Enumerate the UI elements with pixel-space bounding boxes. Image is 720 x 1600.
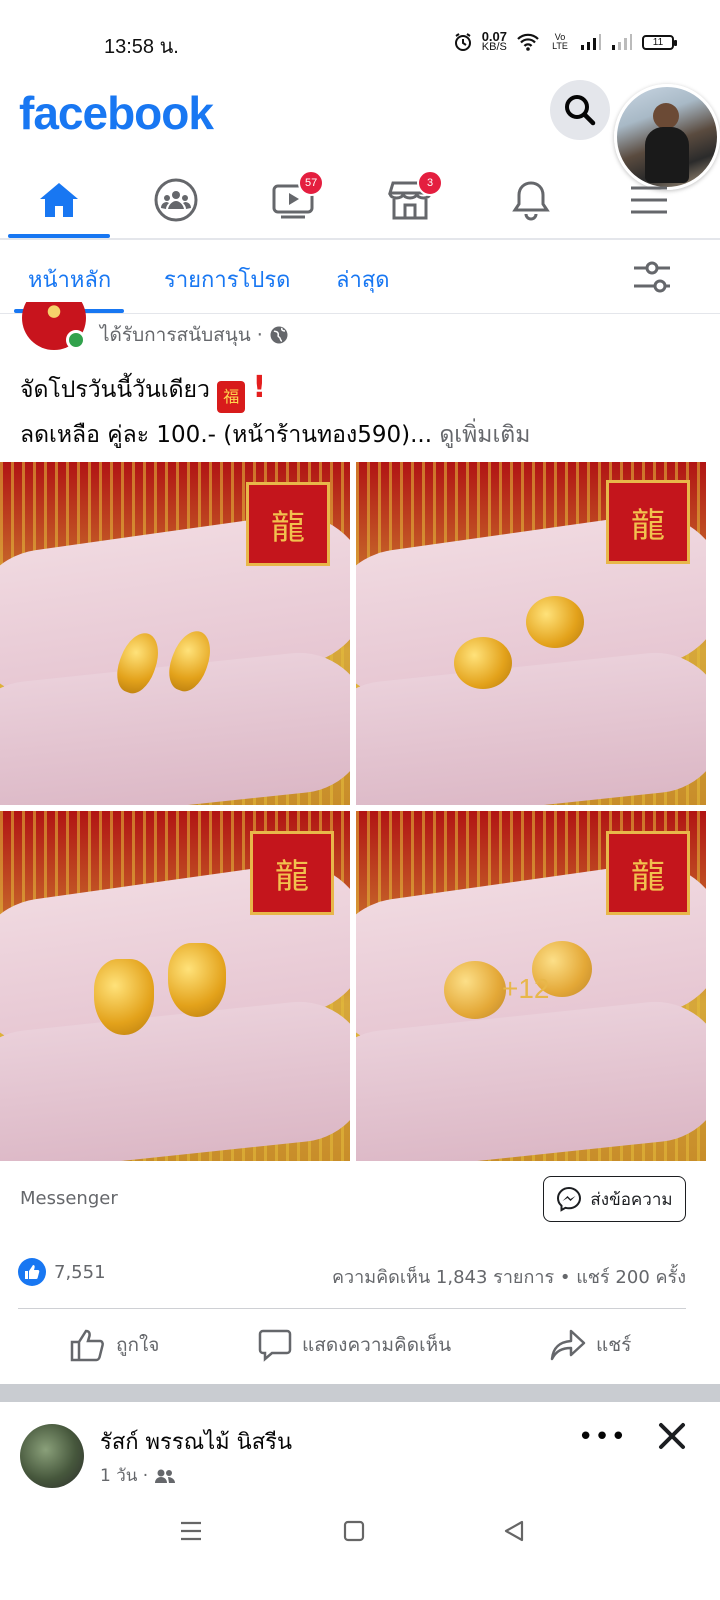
shop-logo: 龍: [606, 831, 690, 915]
wifi-icon: [517, 33, 539, 51]
nav-groups[interactable]: [121, 162, 231, 238]
home-button-icon[interactable]: [342, 1518, 366, 1544]
groups-icon: [154, 178, 198, 222]
post-text: จัดโปรวันนี้วันเดียว 福 ! ลดเหลือ คู่ละ 1…: [20, 366, 700, 457]
facebook-logo[interactable]: facebook: [19, 86, 214, 140]
comment-button[interactable]: แสดงความคิดเห็น: [258, 1328, 451, 1362]
shop-logo: 龍: [606, 480, 690, 564]
nav-home[interactable]: [4, 162, 114, 238]
share-button[interactable]: แชร์: [550, 1328, 631, 1362]
photo-3[interactable]: 龍: [0, 811, 350, 1161]
marketplace-badge: 3: [417, 170, 443, 196]
status-bar: 13:58 น. 0.07 KB/S Vo LTE 11: [0, 0, 720, 70]
battery-indicator: 11: [642, 34, 677, 50]
messenger-icon: [557, 1186, 582, 1212]
shop-logo: 龍: [246, 482, 330, 566]
comment-share-stats[interactable]: ความคิดเห็น 1,843 รายการ • แชร์ 200 ครั้…: [332, 1262, 686, 1291]
online-indicator: [66, 330, 86, 350]
like-count[interactable]: 7,551: [54, 1262, 106, 1283]
see-more-link[interactable]: ดูเพิ่มเติม: [439, 422, 530, 448]
volte-indicator: Vo LTE: [552, 32, 568, 51]
next-post-avatar[interactable]: [20, 1424, 84, 1488]
home-icon: [40, 183, 78, 217]
post-line-1: จัดโปรวันนี้วันเดียว: [20, 377, 210, 403]
nav-menu[interactable]: [594, 162, 704, 238]
search-button[interactable]: [550, 80, 610, 140]
comment-icon: [258, 1329, 292, 1362]
bell-icon: [512, 181, 550, 221]
like-reaction-icon[interactable]: [18, 1258, 46, 1286]
status-icons: 0.07 KB/S Vo LTE 11: [453, 29, 677, 53]
photo-4[interactable]: 龍 +12: [356, 811, 706, 1161]
photo-1[interactable]: 龍: [0, 462, 350, 805]
signal-2-icon: [612, 34, 632, 50]
like-button[interactable]: ถูกใจ: [70, 1328, 159, 1362]
search-icon: [565, 95, 596, 126]
tab-favorites[interactable]: รายการโปรด: [164, 262, 290, 297]
shop-logo: 龍: [250, 831, 334, 915]
tab-home[interactable]: หน้าหลัก: [28, 262, 111, 297]
reactions-row: 7,551 ความคิดเห็น 1,843 รายการ • แชร์ 20…: [18, 1258, 686, 1290]
back-icon[interactable]: [502, 1518, 526, 1544]
more-photos-count: +12: [502, 973, 550, 1004]
nav-notifications[interactable]: [476, 162, 586, 238]
net-speed: 0.07 KB/S: [481, 29, 507, 53]
messenger-label: Messenger: [20, 1188, 118, 1209]
app-header: facebook: [0, 72, 720, 190]
menu-icon: [631, 186, 667, 214]
tab-recent[interactable]: ล่าสุด: [336, 262, 390, 297]
next-post-meta: 1 วัน ·: [100, 1462, 176, 1489]
nav-marketplace[interactable]: 3: [355, 162, 465, 238]
close-icon[interactable]: [656, 1420, 688, 1452]
sponsored-label: ได้รับการสนับสนุน ·: [100, 320, 289, 350]
post-separator: [0, 1384, 720, 1402]
post-actions: ถูกใจ แสดงความคิดเห็น แชร์: [0, 1320, 720, 1376]
nav-watch[interactable]: 57: [238, 162, 348, 238]
alarm-icon: [454, 33, 471, 51]
feed-tabs: หน้าหลัก รายการโปรด ล่าสุด: [0, 240, 720, 314]
post-line-2: ลดเหลือ คู่ละ 100.- (หน้าร้านทอง590)...: [20, 422, 433, 448]
photo-2[interactable]: 龍: [356, 462, 706, 805]
status-time: 13:58 น.: [104, 36, 179, 58]
system-nav-bar: [0, 1506, 720, 1560]
filter-icon[interactable]: [630, 258, 674, 296]
share-icon: [550, 1329, 586, 1361]
exclamation-icon: !: [252, 370, 267, 405]
more-options-icon[interactable]: •••: [578, 1422, 627, 1452]
watch-badge: 57: [298, 170, 325, 196]
signal-1-icon: [581, 34, 601, 50]
main-nav: 57 3: [0, 162, 720, 240]
next-post-author[interactable]: รัสก์ พรรณไม้ นิสรีน: [100, 1424, 292, 1459]
globe-icon: [270, 326, 288, 344]
send-message-button[interactable]: ส่งข้อความ: [543, 1176, 686, 1222]
recent-apps-icon[interactable]: [178, 1518, 204, 1544]
friends-audience-icon: [155, 1469, 176, 1483]
red-envelope-icon: 福: [217, 381, 246, 413]
thumbs-up-icon: [70, 1329, 104, 1362]
divider: [18, 1308, 686, 1309]
